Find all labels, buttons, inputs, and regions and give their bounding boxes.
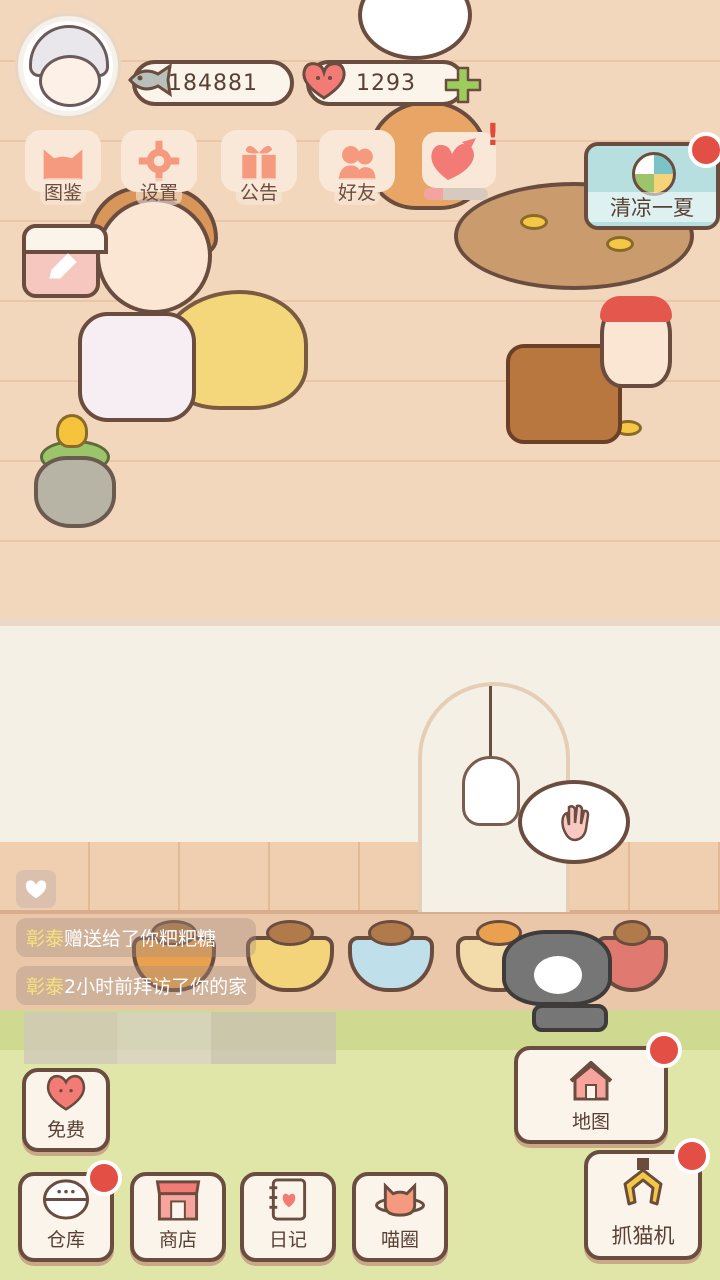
wall-divider	[0, 618, 720, 626]
blurred-region	[24, 1012, 336, 1064]
battle-progress-bar	[424, 188, 488, 200]
claw-machine-label: 抓猫机	[611, 1224, 675, 1248]
feed-toggle-button[interactable]	[16, 870, 56, 908]
notice-button[interactable]: 公告	[218, 130, 300, 205]
feed-username[interactable]: 彰泰	[26, 976, 64, 998]
diary-button[interactable]: 日记	[240, 1172, 336, 1262]
cat-circle-button[interactable]: 喵圈	[352, 1172, 448, 1262]
fish-icon	[128, 62, 172, 98]
shop-label: 商店	[158, 1229, 197, 1251]
illustrated-label: 图鉴	[39, 178, 86, 205]
gear-icon	[138, 140, 180, 182]
cat-face-icon	[43, 149, 83, 180]
bowl-food	[266, 920, 314, 946]
diary-icon	[269, 1178, 307, 1221]
ghost-string	[489, 686, 492, 758]
illustrated-guide-button[interactable]: 图鉴	[22, 130, 104, 205]
gray-cat[interactable]	[502, 918, 630, 1032]
potted-plant[interactable]	[34, 456, 116, 528]
gift-icon	[242, 145, 276, 180]
map-button[interactable]: 地图	[514, 1046, 668, 1144]
friends-button[interactable]: 好友	[316, 130, 398, 205]
bowl-food	[367, 920, 415, 946]
cat-legs	[532, 1004, 608, 1032]
friends-icon	[338, 146, 376, 180]
gold-coin	[520, 214, 548, 230]
gold-coin	[606, 236, 634, 252]
settings-button[interactable]: 设置	[118, 130, 200, 205]
calendar-checkin-button[interactable]	[22, 224, 108, 298]
house-icon	[569, 1061, 613, 1101]
cat-planet-icon	[375, 1182, 425, 1217]
player-character[interactable]	[96, 198, 212, 314]
hand-wave-icon	[561, 804, 590, 842]
warehouse-label: 仓库	[46, 1229, 85, 1251]
fish-coin-counter[interactable]: 184881	[128, 60, 294, 106]
event-label: 清凉一夏	[588, 192, 716, 222]
map-notification-dot	[646, 1032, 682, 1068]
player-avatar[interactable]	[18, 16, 118, 116]
cat-circle-label: 喵圈	[380, 1229, 419, 1251]
notice-label: 公告	[235, 178, 282, 205]
feed-message: 2小时前拜访了你的家	[64, 976, 248, 998]
fish-coin-value: 184881	[168, 70, 258, 96]
feed-username[interactable]: 彰泰	[26, 928, 64, 950]
shop-icon	[155, 1180, 201, 1221]
free-reward-button[interactable]: 免费	[22, 1068, 110, 1152]
warehouse-notification-dot	[86, 1160, 122, 1196]
heart-face-icon	[46, 1074, 86, 1111]
map-label: 地图	[571, 1111, 610, 1133]
character-body	[78, 312, 196, 422]
free-label: 免费	[46, 1119, 85, 1141]
warehouse-icon	[43, 1179, 89, 1220]
heart-counter[interactable]: 1293	[302, 60, 482, 106]
claw-notification-dot	[674, 1138, 710, 1174]
diary-label: 日记	[268, 1229, 307, 1251]
hanging-ghost-doll[interactable]	[462, 756, 520, 826]
wave-speech-bubble[interactable]	[518, 780, 630, 864]
tulip-flower	[56, 414, 88, 448]
battle-progress-fill	[424, 188, 444, 200]
event-notification-dot	[688, 132, 720, 168]
heart-value: 1293	[356, 70, 416, 96]
heart-outline-icon	[25, 880, 47, 899]
shop-button[interactable]: 商店	[130, 1172, 226, 1262]
heart-icon	[302, 62, 346, 100]
avatar-face	[39, 55, 101, 107]
pirate-figure[interactable]	[600, 296, 672, 388]
alert-exclamation-icon: !	[486, 118, 500, 153]
settings-label: 设置	[135, 178, 182, 205]
friends-label: 好友	[333, 178, 380, 205]
pencil-icon	[49, 253, 77, 279]
add-hearts-icon[interactable]	[442, 64, 484, 106]
beach-ball-icon	[632, 152, 676, 196]
cat-face	[534, 956, 582, 994]
feed-message: 赠送给了你粑粑糖	[64, 928, 217, 950]
feed-item[interactable]: 彰泰2小时前拜访了你的家	[16, 966, 256, 1005]
feed-item[interactable]: 彰泰赠送给了你粑粑糖	[16, 918, 256, 957]
claw-icon	[623, 1158, 663, 1206]
